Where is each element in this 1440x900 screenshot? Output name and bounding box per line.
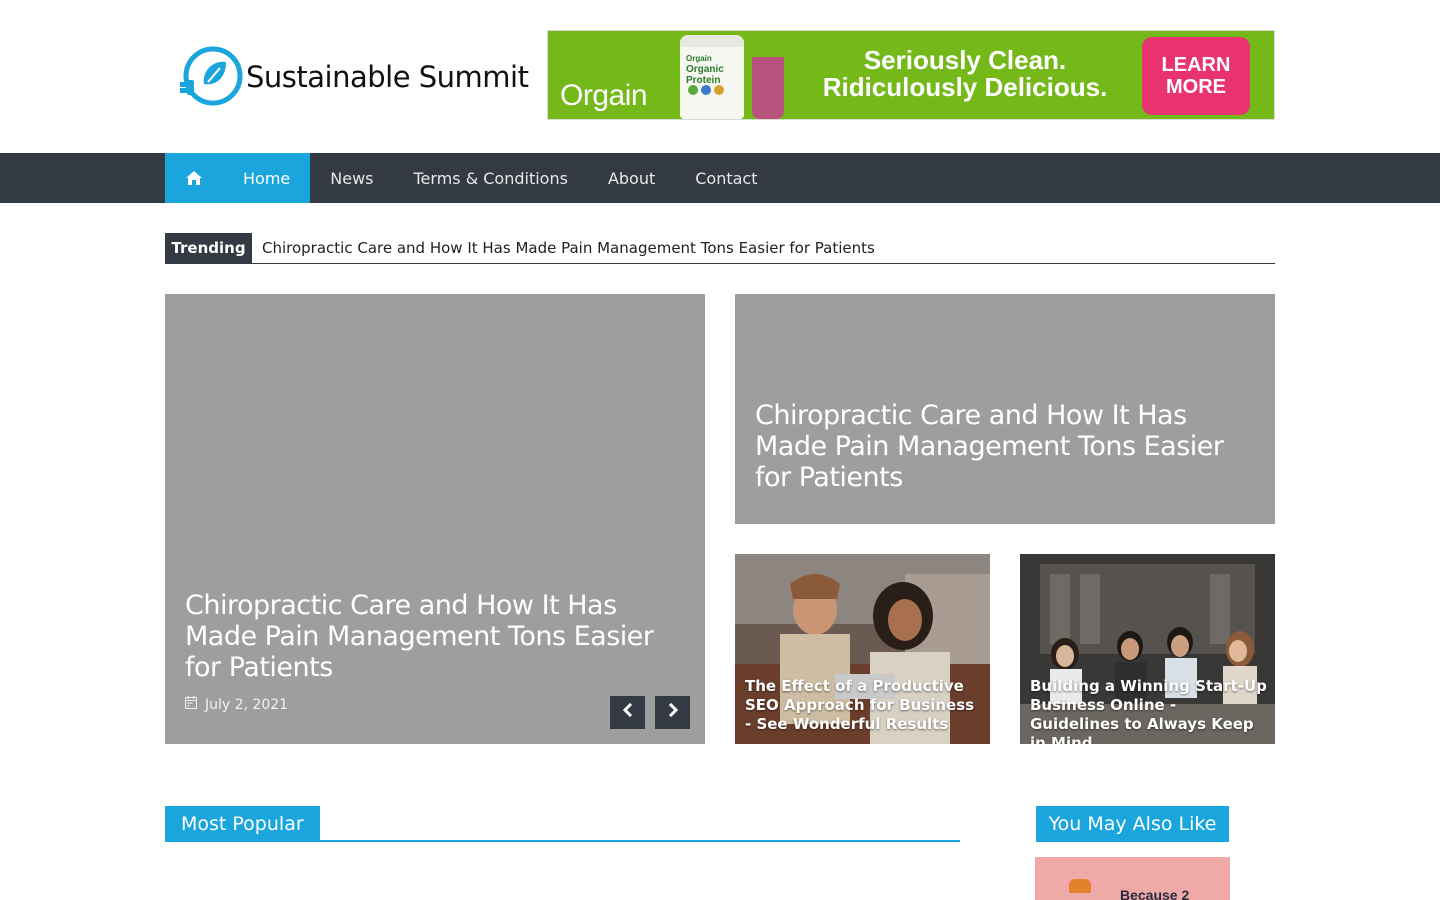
slider-prev-button[interactable]: [610, 696, 645, 729]
ad-headline-line1: Seriously Clean.: [863, 45, 1067, 75]
featured-small-post-startup[interactable]: Building a Winning Start-Up Business Onl…: [1020, 554, 1275, 744]
site-logo[interactable]: Sustainable Summit: [178, 44, 529, 110]
featured-top-right-title[interactable]: Chiropractic Care and How It Has Made Pa…: [755, 400, 1225, 493]
ad-cta-line1: LEARN: [1161, 54, 1231, 76]
thumbnail-caption: Because 2: [1120, 887, 1190, 900]
featured-top-right-post[interactable]: Chiropractic Care and How It Has Made Pa…: [735, 294, 1275, 524]
ad-learn-more-button[interactable]: LEARN MORE: [1142, 37, 1250, 115]
ad-jar-lid: [680, 35, 744, 47]
main-nav: Home News Terms & Conditions About Conta…: [0, 153, 1440, 203]
trending-headline-link[interactable]: Chiropractic Care and How It Has Made Pa…: [262, 239, 875, 257]
thumbnail-object: [1069, 879, 1091, 893]
site-header: Sustainable Summit Orgain Orgain Organic…: [0, 0, 1440, 153]
ad-product-jar: Orgain Organic Protein: [680, 35, 744, 119]
featured-main-date-text: July 2, 2021: [205, 696, 289, 713]
featured-main-date: July 2, 2021: [185, 696, 288, 713]
ad-banner[interactable]: Orgain Orgain Organic Protein Seriously …: [547, 30, 1275, 120]
calendar-icon: [185, 696, 197, 713]
ad-jar-label-line2: Organic: [686, 64, 724, 75]
chevron-left-icon: [622, 702, 633, 722]
ad-jar-label-line1: Orgain: [686, 54, 712, 63]
ad-jar-badge: [701, 85, 711, 95]
logo-plug-leaf-icon: [178, 44, 244, 110]
ad-headline: Seriously Clean. Ridiculously Delicious.: [800, 47, 1130, 101]
most-popular-section-header: Most Popular: [165, 806, 960, 842]
ad-smoothie-glass: [752, 57, 784, 119]
ad-jar-badge: [688, 85, 698, 95]
you-may-also-like-thumbnail[interactable]: Because 2: [1035, 857, 1230, 900]
ad-cta-line2: MORE: [1166, 76, 1226, 98]
ad-jar-badge: [714, 85, 724, 95]
site-name: Sustainable Summit: [246, 60, 529, 94]
featured-small-title-startup[interactable]: Building a Winning Start-Up Business Onl…: [1030, 677, 1270, 744]
featured-main-title[interactable]: Chiropractic Care and How It Has Made Pa…: [185, 590, 655, 683]
nav-item-about[interactable]: About: [588, 153, 675, 203]
most-popular-label: Most Popular: [165, 806, 320, 842]
slider-next-button[interactable]: [655, 696, 690, 729]
ad-jar-label: Orgain Organic Protein: [686, 53, 724, 86]
trending-label: Trending: [165, 233, 252, 263]
chevron-right-icon: [668, 702, 678, 722]
you-may-also-like-header: You May Also Like: [1036, 806, 1229, 842]
ad-headline-line2: Ridiculously Delicious.: [822, 72, 1108, 102]
home-icon[interactable]: [165, 153, 223, 203]
nav-menu: Home News Terms & Conditions About Conta…: [165, 153, 778, 203]
trending-bar: Trending Chiropractic Care and How It Ha…: [165, 233, 1275, 264]
ad-brand: Orgain: [560, 79, 648, 112]
featured-small-post-seo[interactable]: The Effect of a Productive SEO Approach …: [735, 554, 990, 744]
ad-jar-badges: [688, 85, 724, 95]
nav-item-contact[interactable]: Contact: [675, 153, 777, 203]
featured-small-title-seo[interactable]: The Effect of a Productive SEO Approach …: [745, 677, 985, 734]
nav-item-terms[interactable]: Terms & Conditions: [393, 153, 587, 203]
nav-item-home[interactable]: Home: [223, 153, 311, 203]
nav-item-news[interactable]: News: [310, 153, 393, 203]
featured-main-post[interactable]: Chiropractic Care and How It Has Made Pa…: [165, 294, 705, 744]
